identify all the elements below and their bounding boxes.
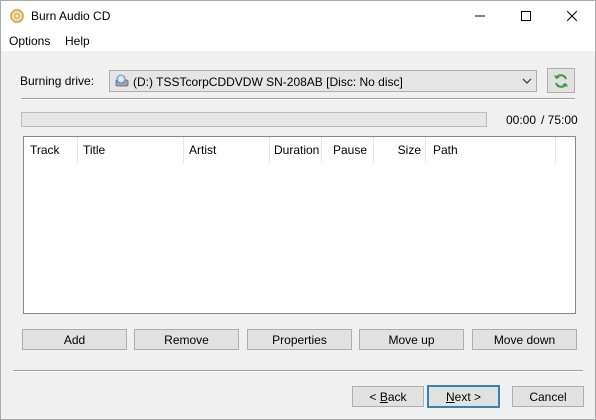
column-pause[interactable]: Pause <box>322 137 374 163</box>
minimize-button[interactable] <box>457 1 503 31</box>
burn-audio-cd-window: Burn Audio CD Options Help Burning drive… <box>0 0 596 420</box>
next-label-rest: ext > <box>454 389 482 404</box>
top-separator <box>21 98 575 100</box>
track-list[interactable]: Track Title Artist Duration Pause Size P… <box>23 136 576 314</box>
column-artist[interactable]: Artist <box>184 137 270 163</box>
column-path[interactable]: Path <box>426 137 556 163</box>
drive-selected-value: (D:) TSSTcorpCDDVDW SN-208AB [Disc: No d… <box>133 75 403 89</box>
burning-drive-label: Burning drive: <box>20 74 95 88</box>
window-title: Burn Audio CD <box>31 9 111 23</box>
maximize-button[interactable] <box>503 1 549 31</box>
maximize-icon <box>521 11 531 21</box>
next-accelerator: N <box>445 389 455 404</box>
add-button[interactable]: Add <box>22 329 127 350</box>
column-size[interactable]: Size <box>374 137 426 163</box>
bottom-separator <box>13 370 583 372</box>
back-button[interactable]: < Back <box>352 386 424 407</box>
chevron-down-icon <box>522 78 532 84</box>
back-label-rest: ack <box>387 389 407 404</box>
move-up-button[interactable]: Move up <box>359 329 464 350</box>
refresh-button[interactable] <box>547 68 575 93</box>
back-accelerator: B <box>379 389 388 404</box>
minimize-icon <box>475 15 485 17</box>
total-time: / 75:00 <box>541 113 578 127</box>
elapsed-time: 00:00 <box>506 113 537 127</box>
column-duration[interactable]: Duration <box>270 137 322 163</box>
column-title[interactable]: Title <box>78 137 184 163</box>
menu-help[interactable]: Help <box>65 34 90 48</box>
next-button[interactable]: Next > <box>427 385 500 408</box>
close-icon <box>567 11 577 21</box>
back-prefix: < <box>369 389 380 404</box>
burn-progress-bar <box>21 112 487 127</box>
column-track[interactable]: Track <box>24 137 78 163</box>
menu-bar: Options Help <box>1 31 595 51</box>
cancel-button[interactable]: Cancel <box>512 386 584 407</box>
cd-app-icon <box>10 9 24 23</box>
menu-options[interactable]: Options <box>9 34 50 48</box>
move-down-button[interactable]: Move down <box>472 329 577 350</box>
properties-button[interactable]: Properties <box>247 329 352 350</box>
title-bar: Burn Audio CD <box>1 1 595 31</box>
refresh-icon <box>554 73 568 88</box>
close-button[interactable] <box>549 1 595 31</box>
remove-button[interactable]: Remove <box>134 329 239 350</box>
burning-drive-select[interactable]: (D:) TSSTcorpCDDVDW SN-208AB [Disc: No d… <box>109 70 537 92</box>
drive-icon <box>115 74 129 87</box>
